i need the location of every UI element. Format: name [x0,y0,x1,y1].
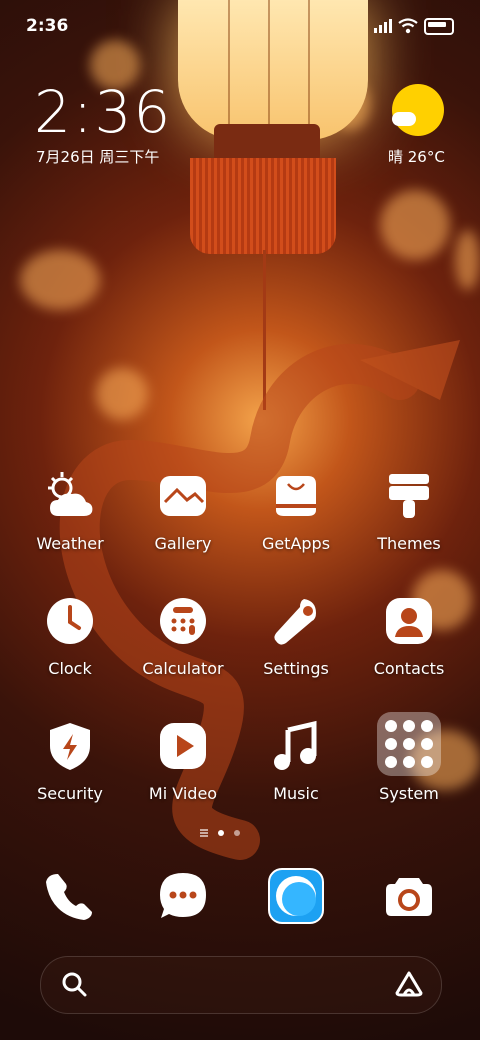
dock-browser[interactable] [264,864,328,928]
app-contacts[interactable]: Contacts [359,595,459,678]
music-icon [274,720,317,770]
messages-icon [160,873,206,918]
themes-icon [389,474,429,518]
gallery-icon [160,476,206,516]
app-clock[interactable]: Clock [20,595,120,678]
battery-icon [424,17,454,35]
phone-icon [46,874,92,920]
app-label: Settings [263,659,329,678]
assistant-icon[interactable] [395,971,423,997]
app-label: Gallery [154,534,212,553]
app-label: System [379,784,439,803]
dock-camera[interactable] [377,864,441,928]
app-label: Security [37,784,103,803]
browser-icon [268,868,324,924]
clock-icon [47,598,93,644]
page-dot [234,830,240,836]
app-mi-video[interactable]: Mi Video [133,720,233,803]
dock-messages[interactable] [151,864,215,928]
folder-system[interactable]: System [359,712,459,803]
camera-icon [386,878,432,916]
app-calculator[interactable]: Calculator [133,595,233,678]
weather-summary: 晴 26°C [388,148,445,166]
sun-icon [392,84,444,136]
status-bar: 2:36 [26,14,454,38]
app-label: Weather [36,534,104,553]
app-label: Themes [377,534,441,553]
search-bar[interactable] [40,956,442,1014]
widget-time: 2:36 [34,78,173,146]
app-weather[interactable]: Weather [20,470,120,553]
app-label: Contacts [373,659,445,678]
folder-icon [377,712,441,776]
app-themes[interactable]: Themes [359,470,459,553]
cloud-icon [392,112,416,126]
app-getapps[interactable]: GetApps [246,470,346,553]
getapps-icon [276,476,316,516]
app-label: Calculator [142,659,224,678]
signal-icon [374,19,392,33]
page-dot-active [218,830,224,836]
app-label: Music [273,784,319,803]
weather-icon [48,472,93,516]
wifi-icon [398,18,418,34]
security-icon [50,723,90,770]
search-icon [62,972,87,997]
app-label: Mi Video [148,784,218,803]
app-music[interactable]: Music [246,720,346,803]
settings-icon [274,599,316,645]
widget-date: 7月26日 周三下午 [36,148,160,166]
calculator-icon [160,598,206,644]
app-label: Clock [48,659,92,678]
page-indicator[interactable] [200,830,240,836]
status-time: 2:36 [26,16,69,36]
contacts-icon [386,598,432,644]
video-icon [160,723,206,769]
app-settings[interactable]: Settings [246,595,346,678]
feed-page-icon [200,832,208,834]
dock-phone[interactable] [38,864,102,928]
app-label: GetApps [261,534,331,553]
app-security[interactable]: Security [20,720,120,803]
app-gallery[interactable]: Gallery [133,470,233,553]
